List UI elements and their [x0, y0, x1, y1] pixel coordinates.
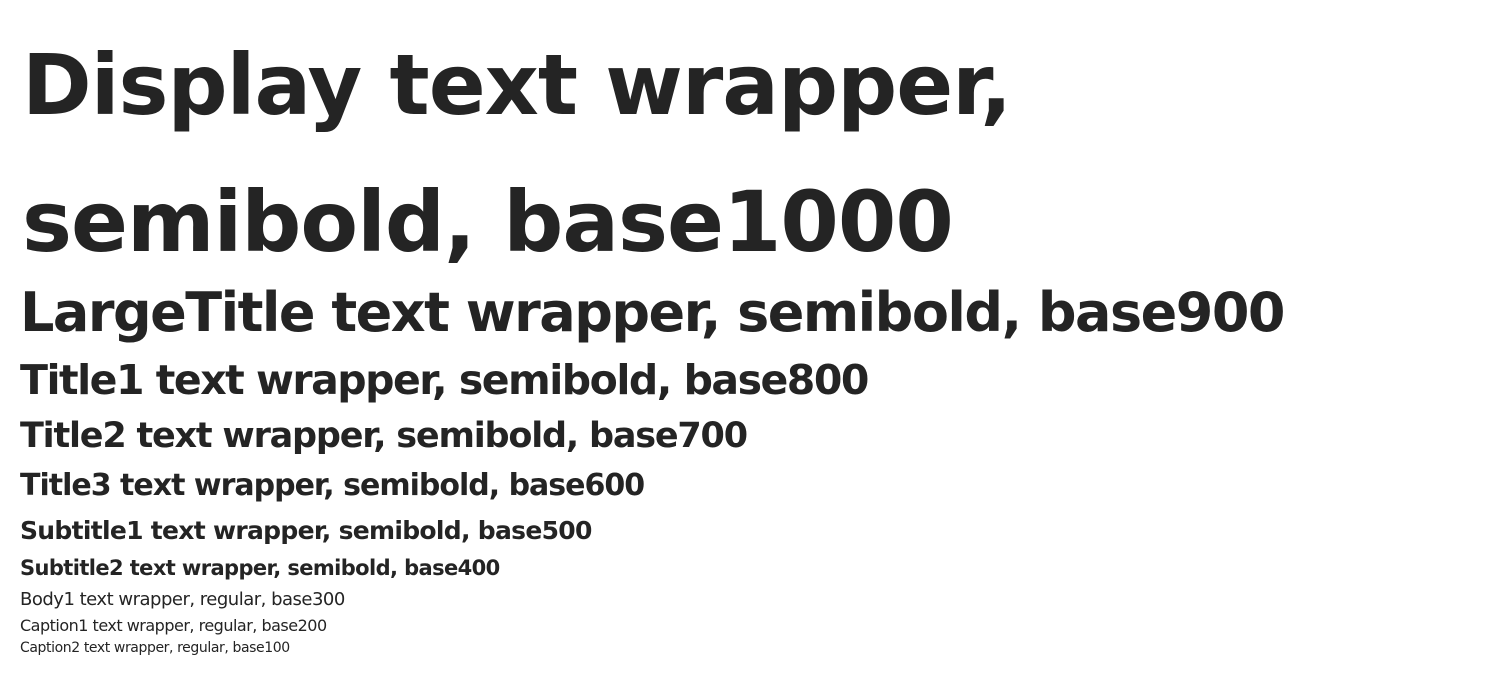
- title3-text: Title3 text wrapper, semibold, base600: [20, 468, 645, 503]
- subtitle2-text: Subtitle2 text wrapper, semibold, base40…: [20, 556, 500, 580]
- title2-text: Title2 text wrapper, semibold, base700: [20, 416, 748, 456]
- typography-page: Display text wrapper, semibold, base1000…: [0, 0, 1506, 682]
- title1-text: Title1 text wrapper, semibold, base800: [20, 356, 869, 404]
- body1-text: Body1 text wrapper, regular, base300: [20, 589, 345, 610]
- display-text: Display text wrapper, semibold, base1000: [22, 36, 1012, 271]
- caption1-text: Caption1 text wrapper, regular, base200: [20, 616, 327, 635]
- subtitle1-text: Subtitle1 text wrapper, semibold, base50…: [20, 516, 592, 545]
- large-title-text: LargeTitle text wrapper, semibold, base9…: [20, 281, 1285, 344]
- caption2-text: Caption2 text wrapper, regular, base100: [20, 640, 290, 656]
